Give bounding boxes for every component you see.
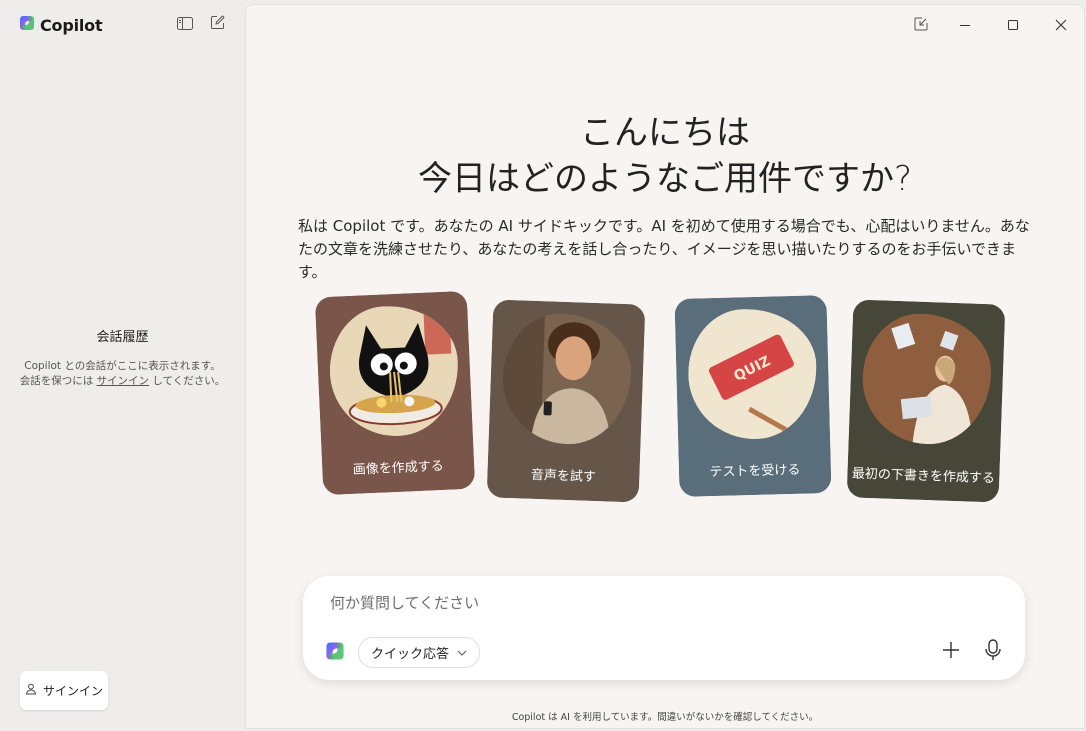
history-prompt-prefix: 会話を保つには (19, 375, 97, 387)
toggle-sidebar-button[interactable] (176, 16, 194, 32)
intro-text: 私は Copilot です。あなたの AI サイドキックです。AI を初めて使用… (298, 217, 1030, 281)
chevron-down-icon (457, 645, 467, 660)
response-mode-dropdown[interactable]: クイック応答 (358, 637, 481, 668)
new-chat-button[interactable] (208, 14, 226, 34)
history-signin-prompt: 会話を保つには サインイン してください。 (0, 374, 245, 389)
history-description: Copilot との会話がここに表示されます。 (24, 360, 221, 372)
ai-disclaimer: Copilot は AI を利用しています。間違いがないかを確認してください。 (511, 712, 819, 723)
compose-icon (210, 14, 225, 34)
history-prompt-suffix: してください。 (149, 375, 226, 387)
copilot-logo-icon (18, 14, 36, 36)
microphone-icon (984, 639, 1002, 665)
ask-input[interactable] (328, 590, 952, 616)
card-label: テストを受ける (709, 462, 801, 481)
popout-icon (914, 16, 928, 35)
maximize-icon (1007, 16, 1019, 35)
sidebar-icon (177, 15, 193, 34)
greeting-question: 今日はどのようなご用件ですか? (417, 159, 913, 199)
maximize-button[interactable] (1005, 17, 1021, 33)
brand: Copilot (18, 14, 103, 36)
user-icon (25, 683, 37, 698)
card-try-voice[interactable]: 音声を試す (486, 299, 646, 503)
main-panel: こんにちは 今日はどのようなご用件ですか? 私は Copilot です。あなたの… (245, 4, 1085, 729)
composer: クイック応答 (303, 576, 1025, 680)
history-signin-link[interactable]: サインイン (97, 375, 150, 387)
minimize-button[interactable] (957, 17, 973, 33)
signin-label: サインイン (42, 684, 103, 698)
history-title: 会話履歴 (96, 330, 149, 345)
card-take-quiz[interactable]: QUIZ テストを受ける (674, 295, 832, 497)
card-create-draft[interactable]: 最初の下書きを作成する (846, 299, 1006, 503)
minimize-icon (959, 16, 971, 35)
card-create-image[interactable]: 画像を作成する (314, 290, 476, 496)
brand-name: Copilot (40, 15, 103, 35)
popout-button[interactable] (913, 17, 929, 33)
copilot-logo-icon (324, 640, 346, 666)
signin-button[interactable]: サインイン (20, 671, 108, 710)
close-button[interactable] (1053, 17, 1069, 33)
sidebar: Copilot 会話履歴 Copilot との会話がここに表示されます。 会話を… (0, 0, 245, 731)
greeting-hello: こんにちは (580, 113, 750, 153)
plus-icon (942, 641, 960, 663)
voice-input-button[interactable] (979, 638, 1007, 666)
close-icon (1055, 16, 1067, 35)
conversation-history: 会話履歴 Copilot との会話がここに表示されます。 会話を保つには サイン… (0, 326, 245, 389)
response-mode-label: クイック応答 (371, 647, 450, 662)
add-attachment-button[interactable] (937, 638, 965, 666)
